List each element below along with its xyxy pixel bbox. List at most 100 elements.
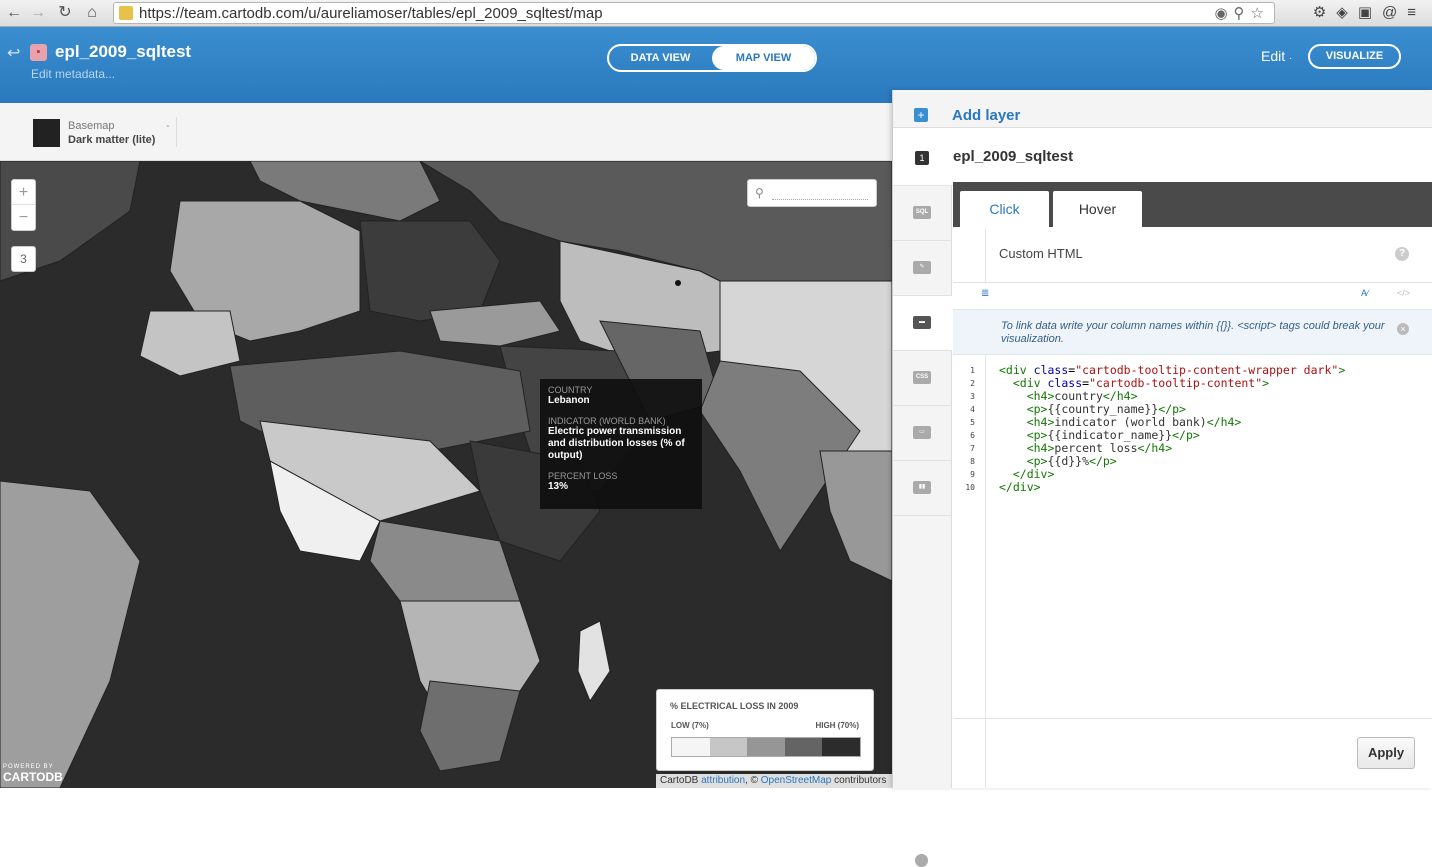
infowindow-tool[interactable]: ▬ (893, 296, 952, 351)
legend-icon: ▭ (913, 426, 931, 439)
tooltip-header-country: COUNTRY (548, 385, 593, 395)
back-arrow-icon[interactable]: ← (4, 3, 24, 23)
region-eastern-europe (359, 220, 501, 322)
zoom-level-badge: 3 (11, 246, 36, 272)
bookmark-star-icon[interactable]: ◉⚲☆ (1214, 4, 1270, 22)
hover-tooltip: COUNTRY Lebanon INDICATOR (WORLD BANK) E… (540, 379, 702, 509)
sql-tool[interactable]: SQL (893, 186, 952, 241)
layer-header[interactable]: 1 epl_2009_sqltest (893, 128, 1432, 186)
add-layer-button[interactable]: Add layer (952, 107, 1020, 124)
back-to-tables-icon[interactable]: ↩ (7, 43, 20, 63)
add-layer-icon[interactable]: + (914, 108, 928, 122)
css-tool[interactable]: CSS (893, 351, 952, 406)
map-attribution: CartoDB attribution, © OpenStreetMap con… (656, 774, 892, 788)
edit-caret: · (1289, 53, 1293, 64)
wizard-tool[interactable]: ✎ (893, 241, 952, 296)
basemap-thumbnail[interactable] (33, 119, 60, 147)
region-iberia (139, 310, 241, 377)
legend-color-ramp (671, 737, 861, 757)
search-icon: ⚲ (755, 186, 764, 200)
reload-icon[interactable]: ↻ (55, 3, 75, 23)
edit-label: Edit (1261, 48, 1286, 64)
line-number: 10 (965, 483, 975, 492)
osm-link[interactable]: OpenStreetMap (761, 775, 832, 786)
cartodb-logo[interactable]: POWERED BY CARTODB (3, 764, 63, 784)
extension-icons[interactable]: ⚙◈▣@≡ (1313, 3, 1426, 21)
data-view-tab[interactable]: DATA VIEW (609, 46, 712, 70)
info-text: To link data write your column names wit… (1001, 320, 1385, 345)
basemap-label: Basemap (68, 120, 115, 132)
home-icon[interactable]: ⌂ (82, 3, 102, 23)
editor-toolbar: ≣ A∕ </> (953, 283, 1432, 309)
code-editor[interactable]: 1 <div class="cartodb-tooltip-content-wra… (953, 364, 1432, 494)
infowindow-editor: Custom HTML ? ≣ A∕ </> To link data writ… (953, 227, 1432, 788)
map-legend: % ELECTRICAL LOSS IN 2009 LOW (7%) HIGH … (656, 689, 874, 771)
tooltip-value-indicator: Electric power transmission and distribu… (548, 426, 685, 461)
map-search-input[interactable]: ⚲ (747, 179, 877, 207)
edit-dropdown[interactable]: Edit · (1261, 48, 1292, 64)
attribution-suffix: contributors (831, 775, 887, 786)
tooltip-value-percent: 13% (548, 481, 569, 492)
browser-toolbar: ← → ↻ ⌂ https://team.cartodb.com/u/aurel… (0, 0, 1432, 27)
tab-click[interactable]: Click (960, 191, 1049, 227)
filters-tool[interactable]: ▮▮ (893, 461, 952, 516)
region-southeast-asia (819, 450, 892, 582)
basemap-caret[interactable]: - (166, 120, 170, 132)
map-canvas[interactable]: + − 3 ⚲ COUNTRY Lebanon INDICATOR (WORLD… (0, 161, 892, 788)
tab-hover[interactable]: Hover (1053, 191, 1142, 227)
lightbulb-icon[interactable] (915, 854, 928, 867)
legend-high-label: HIGH (70%) (815, 721, 859, 730)
sql-icon: SQL (913, 206, 931, 219)
line-number: 7 (970, 444, 975, 453)
zoom-control: + − (11, 179, 36, 231)
legend-swatch (747, 738, 785, 756)
template-selector[interactable]: Custom HTML (999, 246, 1083, 261)
attribution-mid: , © (745, 775, 761, 786)
private-lock-icon[interactable]: ▪ (30, 44, 47, 61)
legend-title: % ELECTRICAL LOSS IN 2009 (670, 701, 799, 711)
zoom-in-button[interactable]: + (12, 180, 35, 205)
attribution-link[interactable]: attribution (701, 775, 745, 786)
layer-name[interactable]: epl_2009_sqltest (953, 148, 1073, 165)
legend-tool[interactable]: ▭ (893, 406, 952, 461)
divider (953, 718, 1432, 719)
table-title[interactable]: epl_2009_sqltest (55, 42, 191, 62)
tooltip-header-indicator: INDICATOR (WORLD BANK) (548, 416, 666, 426)
apply-button[interactable]: Apply (1357, 737, 1415, 769)
visualize-button[interactable]: VISUALIZE (1308, 44, 1401, 69)
view-toggle: DATA VIEW MAP VIEW (607, 44, 817, 72)
css-icon: CSS (913, 371, 931, 384)
cartodb-brand: CARTODB (3, 770, 63, 784)
forward-arrow-icon[interactable]: → (28, 3, 48, 23)
search-field-line[interactable] (772, 199, 868, 200)
histogram-icon: ▮▮ (913, 481, 931, 494)
style-icon[interactable]: A∕ (1361, 288, 1369, 298)
site-security-icon[interactable] (119, 6, 133, 20)
close-icon[interactable]: × (1397, 323, 1409, 335)
edit-metadata-link[interactable]: Edit metadata... (31, 67, 115, 81)
url-text[interactable]: https://team.cartodb.com/u/aureliamoser/… (139, 5, 603, 22)
region-madagascar (577, 620, 611, 703)
layer-number-badge: 1 (915, 151, 929, 165)
html-code-icon[interactable]: </> (1397, 288, 1410, 298)
layer-panel: + Add layer 1 epl_2009_sqltest SQL ✎ ▬ C… (892, 90, 1432, 867)
add-layer-row[interactable]: + Add layer (893, 90, 1432, 128)
help-icon[interactable]: ? (1395, 247, 1409, 261)
map-view-tab[interactable]: MAP VIEW (712, 46, 815, 70)
layer-tools-sidebar: SQL ✎ ▬ CSS ▭ ▮▮ (893, 186, 952, 867)
region-south-america (0, 480, 141, 788)
legend-low-label: LOW (7%) (671, 721, 709, 730)
line-number: 8 (970, 457, 975, 466)
legend-swatch (822, 738, 860, 756)
region-south-africa (419, 680, 521, 772)
basemap-selector[interactable]: Dark matter (lite) (68, 134, 155, 146)
line-number: 1 (970, 366, 975, 375)
infowindow-icon: ▬ (913, 316, 931, 329)
address-bar[interactable]: https://team.cartodb.com/u/aureliamoser/… (113, 2, 1275, 24)
zoom-out-button[interactable]: − (12, 205, 35, 230)
tooltip-value-country: Lebanon (548, 395, 590, 406)
code-line[interactable]: 10 </div> (953, 481, 1432, 494)
fields-icon[interactable]: ≣ (981, 288, 989, 299)
info-message: To link data write your column names wit… (953, 309, 1432, 355)
line-number: 3 (970, 392, 975, 401)
